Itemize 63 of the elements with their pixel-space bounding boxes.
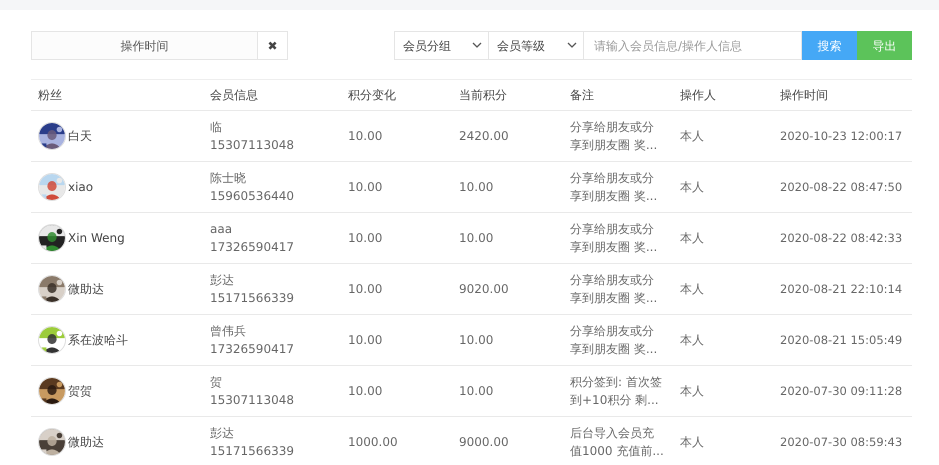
dropdown[interactable]: 会员分组	[394, 31, 489, 60]
member-info-cell: aaa 17326590417	[203, 212, 341, 264]
current-points-cell: 10.00	[452, 212, 563, 264]
member-info-cell: 彭达 15171566339	[203, 264, 341, 314]
date-field[interactable]: 操作时间	[31, 31, 258, 60]
fan-name: 贺贺	[68, 383, 92, 400]
member-info-cell: 彭达 15171566339	[203, 416, 341, 465]
time-cell: 2020-10-23 12:00:17	[773, 110, 912, 162]
remark-cell: 积分签到: 首次签 到+10积分 剩...	[563, 366, 673, 416]
time-cell: 2020-07-30 09:11:28	[773, 366, 912, 416]
operator-cell: 本人	[673, 314, 773, 366]
time-cell: 2020-08-22 08:47:50	[773, 162, 912, 212]
column-header: 会员信息	[203, 80, 341, 110]
column-header: 操作人	[673, 80, 773, 110]
fan-name: 白天	[68, 128, 92, 145]
search-field[interactable]: 请输入会员信息/操作人信息	[584, 31, 802, 60]
member-info-cell: 陈士晓 15960536440	[203, 162, 341, 212]
time-cell: 2020-07-30 08:59:43	[773, 416, 912, 465]
current-points-cell: 2420.00	[452, 110, 563, 162]
fan-name: 微助达	[68, 434, 104, 452]
fan-name: 微助达	[68, 281, 104, 298]
time-cell: 2020-08-21 22:10:14	[773, 264, 912, 314]
clear-button[interactable]: ✖	[258, 31, 288, 60]
current-points-cell: 10.00	[452, 162, 563, 212]
current-points-cell: 9020.00	[452, 264, 563, 314]
points-change-cell: 10.00	[341, 212, 452, 264]
remark-cell: 分享给朋友或分 享到朋友圈 奖...	[563, 212, 673, 264]
current-points-cell: 10.00	[452, 314, 563, 366]
points-change-cell: 10.00	[341, 314, 452, 366]
remark-cell: 分享给朋友或分 享到朋友圈 奖...	[563, 162, 673, 212]
remark-cell: 分享给朋友或分 享到朋友圈 奖...	[563, 264, 673, 314]
column-header: 粉丝	[31, 80, 203, 110]
points-change-cell: 10.00	[341, 110, 452, 162]
operator-cell: 本人	[673, 416, 773, 465]
operator-cell: 本人	[673, 162, 773, 212]
points-change-cell: 10.00	[341, 264, 452, 314]
column-header: 备注	[563, 80, 673, 110]
current-points-cell: 9000.00	[452, 416, 563, 465]
operator-cell: 本人	[673, 366, 773, 416]
operator-cell: 本人	[673, 110, 773, 162]
member-info-cell: 曾伟兵 17326590417	[203, 314, 341, 366]
remark-cell: 后台导入会员充 值1000 充值前...	[563, 416, 673, 465]
points-change-cell: 10.00	[341, 366, 452, 416]
points-change-cell: 1000.00	[341, 416, 452, 465]
time-cell: 2020-08-22 08:42:33	[773, 212, 912, 264]
fan-name: Xin Weng	[68, 230, 125, 247]
dropdown[interactable]: 会员等级	[489, 31, 584, 60]
caret-icon	[567, 42, 577, 49]
operator-cell: 本人	[673, 212, 773, 264]
points-change-cell: 10.00	[341, 162, 452, 212]
fan-name: xiao	[68, 179, 94, 196]
member-info-cell: 临 15307113048	[203, 110, 341, 162]
remark-cell: 分享给朋友或分 享到朋友圈 奖...	[563, 314, 673, 366]
column-header: 当前积分	[452, 80, 563, 110]
current-points-cell: 10.00	[452, 366, 563, 416]
member-info-cell: 贺 15307113048	[203, 366, 341, 416]
fan-name: 系在波哈斗	[68, 332, 128, 349]
column-header: 积分变化	[341, 80, 452, 110]
remark-cell: 分享给朋友或分 享到朋友圈 奖...	[563, 110, 673, 162]
caret-icon	[472, 42, 482, 49]
time-cell: 2020-08-21 15:05:49	[773, 314, 912, 366]
operator-cell: 本人	[673, 264, 773, 314]
column-header: 操作时间	[773, 80, 912, 110]
